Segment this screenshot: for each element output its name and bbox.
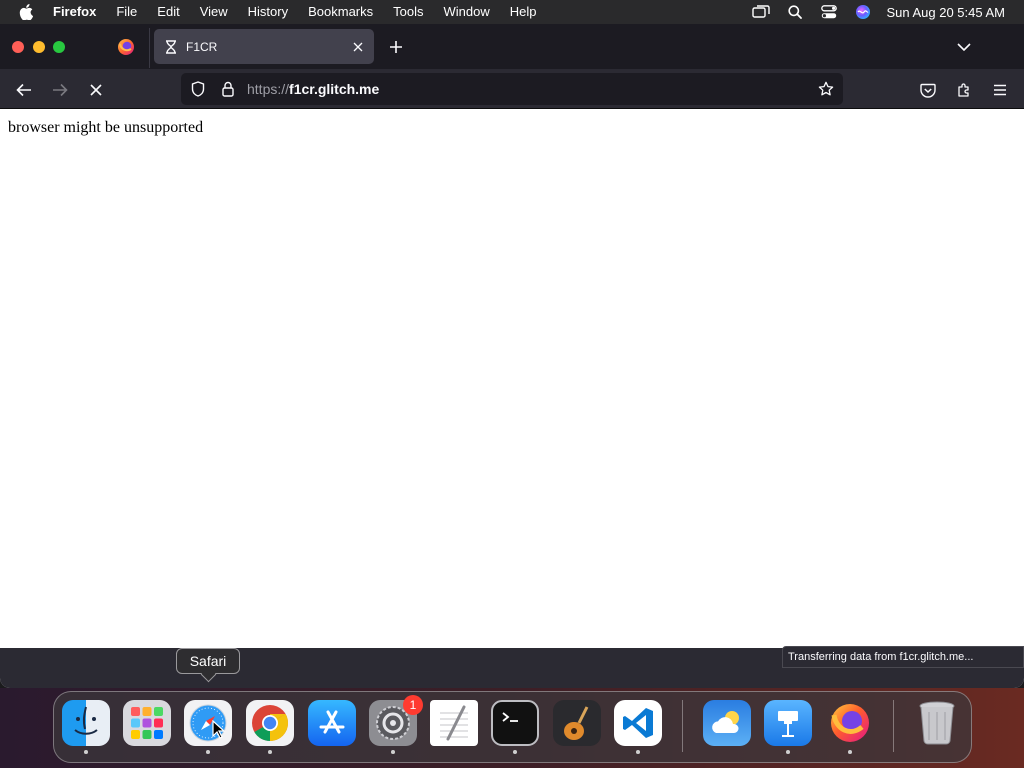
- menu-edit[interactable]: Edit: [147, 0, 189, 24]
- running-indicator: [268, 750, 272, 754]
- menu-history[interactable]: History: [238, 0, 298, 24]
- dock-item-weather[interactable]: [703, 694, 751, 754]
- dock-item-textedit[interactable]: [430, 694, 478, 754]
- window-maximize-button[interactable]: [53, 41, 65, 53]
- dock-tooltip: Safari: [176, 648, 240, 674]
- control-center-icon[interactable]: [812, 5, 846, 19]
- running-indicator: [513, 750, 517, 754]
- navigation-toolbar: https://f1cr.glitch.me: [0, 69, 1024, 109]
- launchpad-icon: [123, 700, 171, 747]
- url-text[interactable]: https://f1cr.glitch.me: [247, 81, 811, 97]
- running-indicator: [935, 750, 939, 754]
- url-host: f1cr.glitch.me: [289, 81, 380, 97]
- weather-icon: [703, 700, 751, 747]
- dock-item-system-settings[interactable]: 1: [369, 694, 423, 754]
- textedit-icon: [430, 700, 478, 747]
- apple-menu-icon[interactable]: [0, 4, 52, 20]
- notification-badge: 1: [403, 695, 423, 715]
- firefox-window: F1CR https://f1cr.glitch.me browser migh…: [0, 24, 1024, 688]
- mouse-cursor-icon: [212, 720, 226, 739]
- page-message: browser might be unsupported: [8, 119, 204, 136]
- siri-icon[interactable]: [846, 4, 880, 20]
- tab-title: F1CR: [186, 39, 218, 54]
- hourglass-icon: [156, 39, 186, 54]
- address-bar[interactable]: https://f1cr.glitch.me: [181, 73, 843, 105]
- dock-item-garageband[interactable]: [553, 694, 601, 754]
- running-indicator: [575, 750, 579, 754]
- bookmark-star-icon[interactable]: [811, 74, 841, 104]
- dock-item-app-store[interactable]: [308, 694, 356, 754]
- dock-item-trash[interactable]: [913, 694, 961, 754]
- tab-strip: F1CR: [0, 24, 1024, 69]
- menu-bookmarks[interactable]: Bookmarks: [298, 0, 383, 24]
- keynote-icon: [764, 700, 812, 747]
- dock-item-terminal[interactable]: [491, 694, 539, 754]
- list-all-tabs-chevron-icon[interactable]: [950, 33, 978, 61]
- tab-close-icon[interactable]: [342, 42, 374, 52]
- stop-loading-icon[interactable]: [81, 75, 111, 105]
- menu-bar: Firefox File Edit View History Bookmarks…: [0, 0, 1024, 24]
- finder-icon: [62, 700, 110, 747]
- terminal-icon: [491, 700, 539, 747]
- menu-app-name[interactable]: Firefox: [52, 0, 106, 24]
- running-indicator: [636, 750, 640, 754]
- screen-mirroring-icon[interactable]: [744, 5, 778, 19]
- menu-file[interactable]: File: [106, 0, 147, 24]
- dock-separator: [682, 700, 683, 752]
- hamburger-menu-icon[interactable]: [985, 75, 1015, 105]
- running-indicator: [145, 750, 149, 754]
- dock-item-chrome[interactable]: [246, 694, 294, 754]
- tab-f1cr[interactable]: F1CR: [154, 29, 374, 64]
- url-scheme: https://: [247, 81, 290, 97]
- app-store-icon: [308, 700, 356, 747]
- running-indicator: [206, 750, 210, 754]
- running-indicator: [452, 750, 456, 754]
- menu-window[interactable]: Window: [434, 0, 500, 24]
- menubar-clock[interactable]: Sun Aug 20 5:45 AM: [880, 5, 1024, 20]
- menu-view[interactable]: View: [190, 0, 238, 24]
- firefox-icon: [826, 700, 874, 746]
- dock-item-finder[interactable]: [62, 694, 110, 754]
- running-indicator: [391, 750, 395, 754]
- firefox-view-icon[interactable]: [110, 32, 142, 62]
- trash-icon: [913, 700, 961, 746]
- new-tab-button[interactable]: [383, 33, 409, 61]
- running-indicator: [786, 750, 790, 754]
- window-close-button[interactable]: [12, 41, 24, 53]
- menu-help[interactable]: Help: [500, 0, 547, 24]
- extensions-puzzle-icon[interactable]: [949, 75, 979, 105]
- garageband-icon: [553, 700, 601, 747]
- running-indicator: [725, 750, 729, 754]
- vscode-icon: [614, 700, 662, 747]
- tab-separator: [149, 28, 150, 68]
- dock-item-vscode[interactable]: [614, 694, 662, 754]
- pocket-icon[interactable]: [913, 75, 943, 105]
- settings-icon: 1: [369, 695, 423, 747]
- forward-arrow-icon[interactable]: [45, 75, 75, 105]
- dock-separator: [893, 700, 894, 752]
- running-indicator: [330, 750, 334, 754]
- running-indicator: [84, 750, 88, 754]
- tracking-protection-shield-icon[interactable]: [183, 74, 213, 104]
- running-indicator: [848, 750, 852, 754]
- back-arrow-icon[interactable]: [9, 75, 39, 105]
- search-icon[interactable]: [778, 5, 812, 19]
- menu-tools[interactable]: Tools: [383, 0, 433, 24]
- dock-item-firefox[interactable]: [826, 694, 874, 754]
- chrome-icon: [246, 700, 294, 747]
- dock-item-launchpad[interactable]: [123, 694, 171, 754]
- status-panel: Transferring data from f1cr.glitch.me...: [782, 646, 1024, 668]
- page-content: browser might be unsupported: [0, 110, 1024, 648]
- dock-item-keynote[interactable]: [764, 694, 812, 754]
- window-minimize-button[interactable]: [33, 41, 45, 53]
- lock-icon[interactable]: [213, 74, 243, 104]
